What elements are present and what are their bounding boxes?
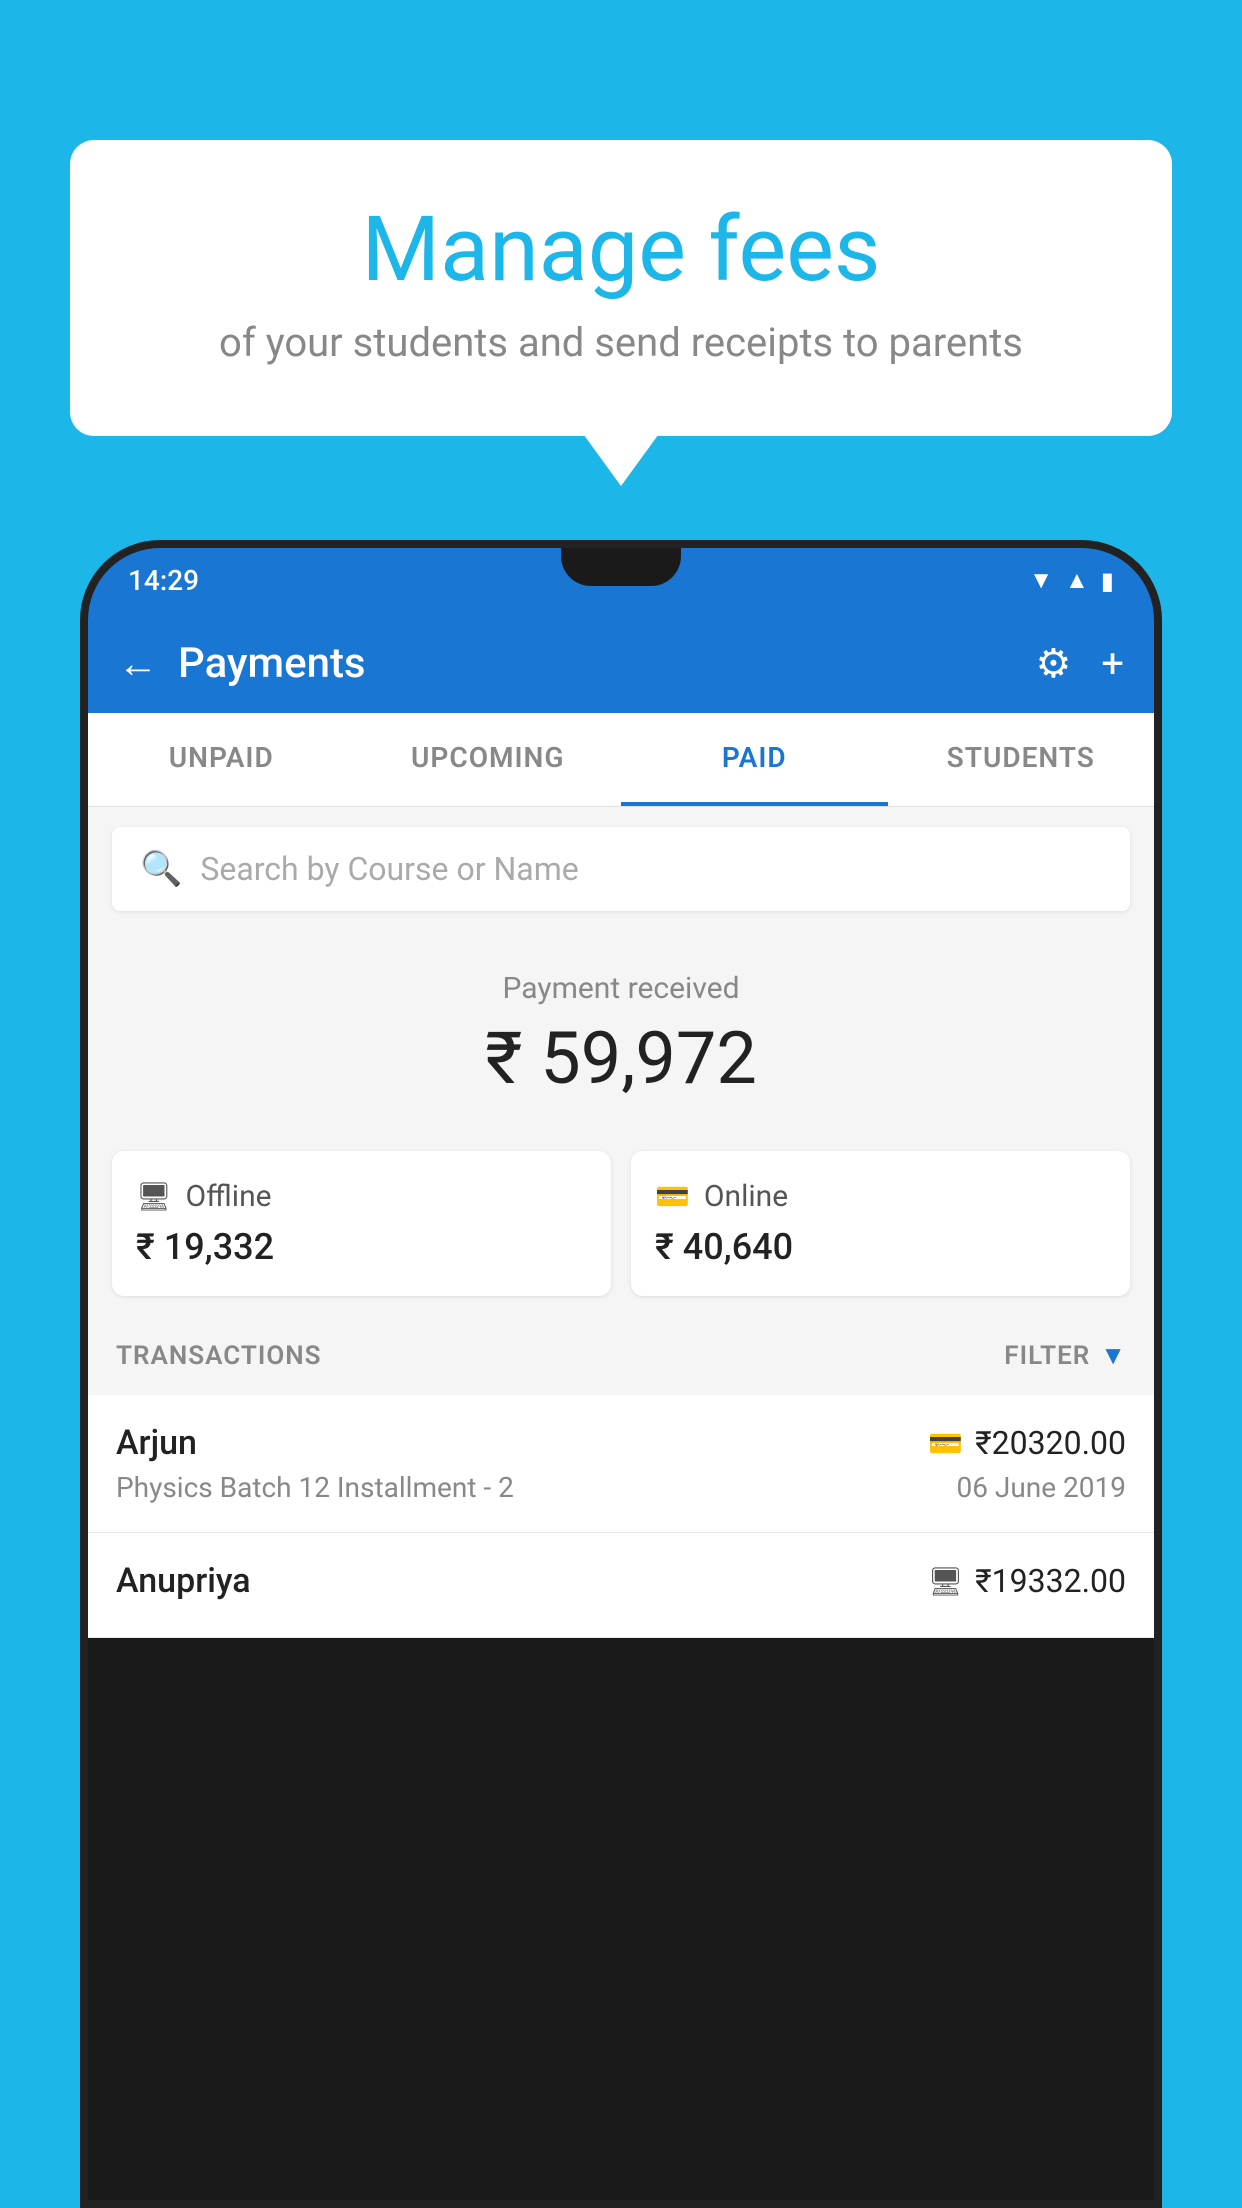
- online-payment-card: 💳 Online ₹ 40,640: [631, 1151, 1130, 1296]
- online-label: Online: [704, 1179, 788, 1214]
- status-bar: 14:29 ▼ ▲ ▮: [88, 548, 1154, 613]
- transaction-top-1: Arjun 💳 ₹20320.00: [116, 1423, 1126, 1463]
- transaction-date-1: 06 June 2019: [956, 1471, 1126, 1504]
- speech-bubble: Manage fees of your students and send re…: [70, 140, 1172, 436]
- page-title: Payments: [178, 639, 1015, 688]
- payment-summary: Payment received ₹ 59,972: [88, 931, 1154, 1131]
- transaction-amount-2: ₹19332.00: [975, 1562, 1126, 1600]
- transaction-amount-1: ₹20320.00: [975, 1424, 1126, 1462]
- app-bar: ← Payments ⚙ +: [88, 613, 1154, 713]
- filter-button[interactable]: FILTER ▼: [1004, 1340, 1126, 1371]
- content-area: 🔍 Search by Course or Name Payment recei…: [88, 807, 1154, 1638]
- speech-bubble-container: Manage fees of your students and send re…: [70, 140, 1172, 436]
- transaction-top-2: Anupriya 🖥 ₹19332.00: [116, 1561, 1126, 1601]
- notch: [561, 548, 681, 586]
- offline-payment-card: 🖥 Offline ₹ 19,332: [112, 1151, 611, 1296]
- transaction-bottom-1: Physics Batch 12 Installment - 2 06 June…: [116, 1471, 1126, 1504]
- filter-icon: ▼: [1100, 1340, 1126, 1371]
- filter-label: FILTER: [1004, 1341, 1090, 1371]
- payment-amount: ₹ 59,972: [108, 1016, 1134, 1101]
- app-bar-actions: ⚙ +: [1035, 640, 1124, 687]
- offline-amount: ₹ 19,332: [136, 1226, 587, 1268]
- table-row[interactable]: Anupriya 🖥 ₹19332.00: [88, 1533, 1154, 1638]
- tab-students[interactable]: STUDENTS: [888, 713, 1155, 806]
- offline-icon: 🖥: [136, 1180, 172, 1213]
- tab-upcoming[interactable]: UPCOMING: [355, 713, 622, 806]
- tabs: UNPAID UPCOMING PAID STUDENTS: [88, 713, 1154, 807]
- transaction-amount-wrapper-2: 🖥 ₹19332.00: [928, 1562, 1126, 1600]
- online-icon: 💳: [655, 1180, 690, 1213]
- table-row[interactable]: Arjun 💳 ₹20320.00 Physics Batch 12 Insta…: [88, 1395, 1154, 1533]
- transactions-header: TRANSACTIONS FILTER ▼: [88, 1316, 1154, 1395]
- transactions-label: TRANSACTIONS: [116, 1341, 322, 1371]
- tab-paid[interactable]: PAID: [621, 713, 888, 806]
- payment-cards: 🖥 Offline ₹ 19,332 💳 Online ₹ 40,640: [112, 1151, 1130, 1296]
- transaction-amount-wrapper-1: 💳 ₹20320.00: [928, 1424, 1126, 1462]
- signal-icon: ▲: [1065, 566, 1089, 595]
- search-input[interactable]: Search by Course or Name: [200, 850, 578, 888]
- settings-icon[interactable]: ⚙: [1035, 640, 1071, 687]
- online-card-header: 💳 Online: [655, 1179, 1106, 1214]
- search-bar[interactable]: 🔍 Search by Course or Name: [112, 827, 1130, 911]
- add-icon[interactable]: +: [1101, 640, 1124, 687]
- search-icon: 🔍: [140, 849, 182, 889]
- offline-label: Offline: [186, 1179, 272, 1214]
- wifi-icon: ▼: [1029, 566, 1053, 595]
- online-amount: ₹ 40,640: [655, 1226, 1106, 1268]
- offline-card-header: 🖥 Offline: [136, 1179, 587, 1214]
- card-payment-icon-1: 💳: [928, 1427, 963, 1460]
- transaction-course-1: Physics Batch 12 Installment - 2: [116, 1471, 514, 1504]
- tab-unpaid[interactable]: UNPAID: [88, 713, 355, 806]
- battery-icon: ▮: [1101, 567, 1114, 595]
- phone-frame: 14:29 ▼ ▲ ▮ ← Payments ⚙ + UNPAID UPCOMI…: [80, 540, 1162, 2208]
- payment-received-label: Payment received: [108, 971, 1134, 1006]
- cash-payment-icon-2: 🖥: [928, 1565, 964, 1598]
- status-time: 14:29: [128, 564, 199, 597]
- transaction-name-1: Arjun: [116, 1423, 197, 1463]
- status-icons: ▼ ▲ ▮: [1029, 566, 1114, 595]
- bubble-subtitle: of your students and send receipts to pa…: [150, 319, 1092, 366]
- transaction-name-2: Anupriya: [116, 1561, 251, 1601]
- back-button[interactable]: ←: [118, 640, 158, 687]
- bubble-title: Manage fees: [150, 200, 1092, 299]
